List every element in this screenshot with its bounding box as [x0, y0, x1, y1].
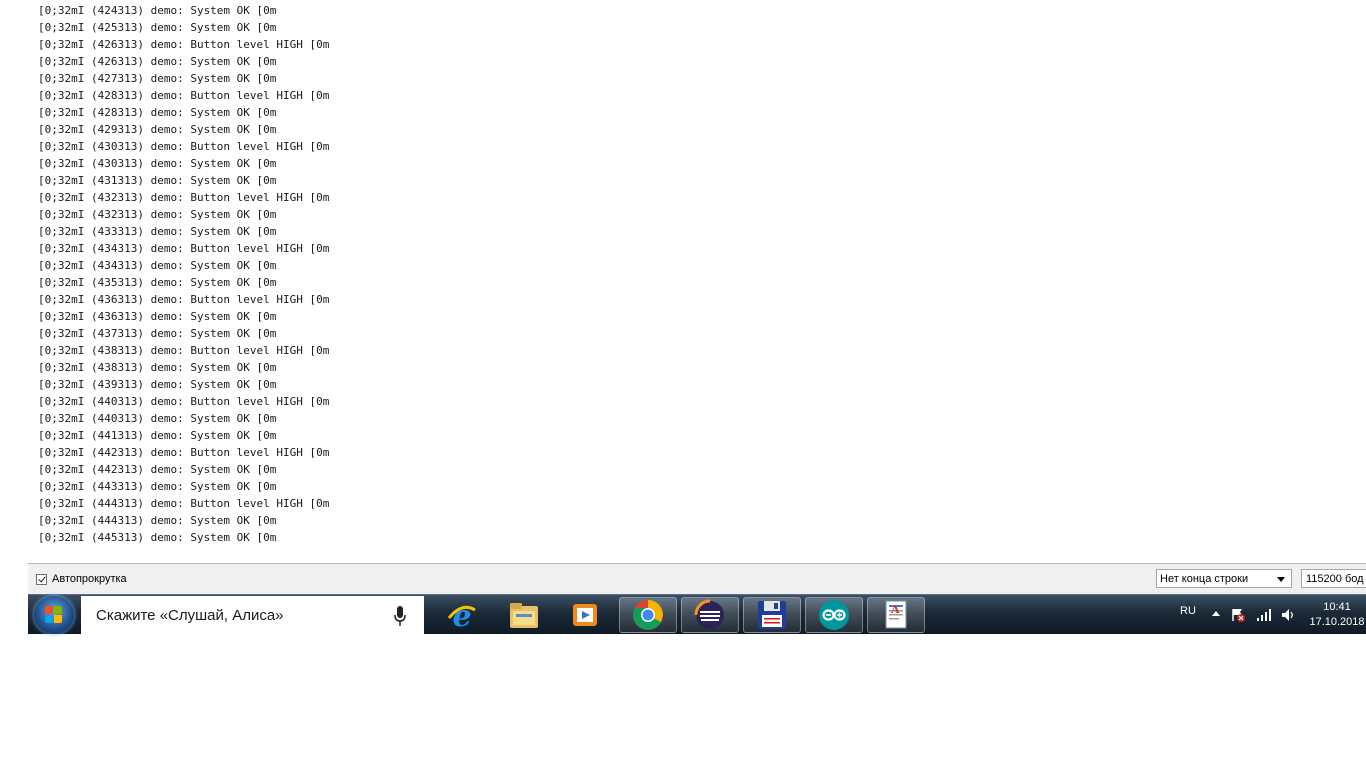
log-line: [0;32mI (424313) demo: System OK [0m [38, 4, 277, 17]
chevron-down-icon [1277, 577, 1285, 582]
autoscroll-checkbox[interactable] [36, 573, 47, 585]
log-line: [0;32mI (436313) demo: Button level HIGH… [38, 293, 330, 306]
volume-icon[interactable] [1280, 607, 1296, 623]
line-ending-value: Нет конца строки [1160, 573, 1249, 585]
microphone-icon[interactable] [394, 605, 406, 627]
log-line: [0;32mI (435313) demo: System OK [0m [38, 276, 277, 289]
log-line: [0;32mI (428313) demo: Button level HIGH… [38, 89, 330, 102]
log-line: [0;32mI (431313) demo: System OK [0m [38, 174, 277, 187]
log-line: [0;32mI (432313) demo: System OK [0m [38, 208, 277, 221]
taskbar-app-chrome[interactable] [619, 597, 677, 633]
log-line: [0;32mI (430313) demo: Button level HIGH… [38, 140, 330, 153]
log-line: [0;32mI (438313) demo: System OK [0m [38, 361, 277, 374]
floppy-save-icon [758, 601, 786, 629]
taskbar-app-document[interactable]: A [867, 597, 925, 633]
svg-text:A: A [890, 603, 900, 616]
start-button[interactable] [34, 596, 74, 634]
log-line: [0;32mI (440313) demo: Button level HIGH… [38, 395, 330, 408]
autoscroll-label: Автопрокрутка [52, 573, 127, 585]
log-line: [0;32mI (441313) demo: System OK [0m [38, 429, 277, 442]
line-ending-select[interactable]: Нет конца строки [1156, 569, 1292, 588]
taskbar-app-explorer[interactable] [495, 597, 553, 633]
baud-rate-select[interactable]: 115200 бод [1301, 569, 1366, 588]
action-center-icon[interactable] [1230, 607, 1246, 623]
log-line: [0;32mI (432313) demo: Button level HIGH… [38, 191, 330, 204]
log-line: [0;32mI (434313) demo: System OK [0m [38, 259, 277, 272]
clock-date: 17.10.2018 [1309, 616, 1365, 628]
windows-logo-icon [45, 606, 63, 624]
log-line: [0;32mI (429313) demo: System OK [0m [38, 123, 277, 136]
arduino-icon [819, 600, 849, 630]
eclipse-icon [694, 599, 724, 629]
taskbar-app-save[interactable] [743, 597, 801, 633]
log-line: [0;32mI (428313) demo: System OK [0m [38, 106, 277, 119]
alice-search-box[interactable]: Скажите «Слушай, Алиса» [81, 596, 424, 634]
media-player-icon [573, 604, 597, 626]
serial-output-console[interactable]: [0;32mI (424313) demo: System OK [0m [0;3… [28, 0, 1366, 564]
log-line: [0;32mI (440313) demo: System OK [0m [38, 412, 277, 425]
chrome-icon [633, 600, 663, 630]
log-line: [0;32mI (427313) demo: System OK [0m [38, 72, 277, 85]
log-line: [0;32mI (442313) demo: System OK [0m [38, 463, 277, 476]
svg-text:e: e [452, 599, 471, 632]
log-line: [0;32mI (426313) demo: System OK [0m [38, 55, 277, 68]
log-line: [0;32mI (438313) demo: Button level HIGH… [38, 344, 330, 357]
search-placeholder: Скажите «Слушай, Алиса» [96, 607, 284, 624]
serial-monitor-window: [0;32mI (424313) demo: System OK [0m [0;3… [28, 0, 1366, 594]
autoscroll-toggle[interactable]: Автопрокрутка [36, 572, 127, 586]
log-line: [0;32mI (430313) demo: System OK [0m [38, 157, 277, 170]
windows-taskbar: Скажите «Слушай, Алиса» e A RU 10:41 17.… [28, 594, 1366, 634]
system-clock[interactable]: 10:41 17.10.2018 [1308, 600, 1366, 630]
clock-time: 10:41 [1323, 601, 1351, 613]
log-line: [0;32mI (426313) demo: Button level HIGH… [38, 38, 330, 51]
serial-monitor-statusbar: Автопрокрутка Нет конца строки 115200 бо… [28, 564, 1366, 594]
log-line: [0;32mI (425313) demo: System OK [0m [38, 21, 277, 34]
taskbar-app-ie[interactable]: e [433, 597, 491, 633]
taskbar-app-eclipse[interactable] [681, 597, 739, 633]
log-line: [0;32mI (434313) demo: Button level HIGH… [38, 242, 330, 255]
log-line: [0;32mI (437313) demo: System OK [0m [38, 327, 277, 340]
show-hidden-icons-icon[interactable] [1212, 611, 1220, 616]
network-signal-icon[interactable] [1256, 607, 1272, 623]
language-indicator[interactable]: RU [1180, 605, 1196, 617]
log-line: [0;32mI (442313) demo: Button level HIGH… [38, 446, 330, 459]
log-line: [0;32mI (436313) demo: System OK [0m [38, 310, 277, 323]
internet-explorer-icon: e [447, 599, 476, 632]
taskbar-app-arduino[interactable] [805, 597, 863, 633]
log-line: [0;32mI (443313) demo: System OK [0m [38, 480, 277, 493]
taskbar-app-media[interactable] [556, 597, 614, 633]
file-explorer-icon [510, 603, 538, 628]
log-line: [0;32mI (444313) demo: Button level HIGH… [38, 497, 330, 510]
document-icon: A [885, 600, 907, 629]
log-line: [0;32mI (445313) demo: System OK [0m [38, 531, 277, 544]
log-line: [0;32mI (433313) demo: System OK [0m [38, 225, 277, 238]
log-line: [0;32mI (444313) demo: System OK [0m [38, 514, 277, 527]
baud-rate-value: 115200 бод [1306, 573, 1364, 585]
log-line: [0;32mI (439313) demo: System OK [0m [38, 378, 277, 391]
